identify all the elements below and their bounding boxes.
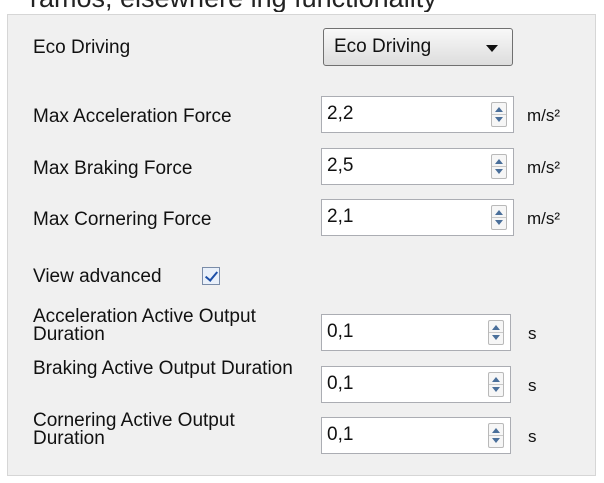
spin-buttons[interactable] xyxy=(488,423,504,448)
spin-up-icon[interactable] xyxy=(492,377,500,382)
spin-down-icon[interactable] xyxy=(495,169,503,174)
cropped-header-text: ramos, elsewhere ing functionality xyxy=(0,0,604,12)
max-cornering-force-value[interactable]: 2,1 xyxy=(327,200,353,234)
acceleration-duration-label: Acceleration Active Output Duration xyxy=(33,306,256,345)
cornering-duration-label: Cornering Active Output Duration xyxy=(33,410,235,449)
max-cornering-force-stepper[interactable]: 2,1 xyxy=(321,199,514,236)
spin-down-icon[interactable] xyxy=(495,117,503,122)
braking-duration-label: Braking Active Output Duration xyxy=(33,358,293,379)
max-braking-force-value[interactable]: 2,5 xyxy=(327,149,353,183)
acceleration-duration-unit: s xyxy=(528,324,537,343)
eco-driving-select-value: Eco Driving xyxy=(334,36,432,57)
acceleration-duration-stepper[interactable]: 0,1 xyxy=(321,314,511,351)
spin-up-icon[interactable] xyxy=(495,210,503,215)
acceleration-duration-value[interactable]: 0,1 xyxy=(327,315,353,349)
spin-down-icon[interactable] xyxy=(492,438,500,443)
spin-buttons[interactable] xyxy=(491,205,507,230)
spin-up-icon[interactable] xyxy=(492,428,500,433)
spin-divider xyxy=(489,435,503,436)
spin-up-icon[interactable] xyxy=(495,107,503,112)
eco-driving-label: Eco Driving xyxy=(33,37,131,58)
eco-driving-select[interactable]: Eco Driving xyxy=(323,28,513,66)
spin-buttons[interactable] xyxy=(491,154,507,179)
spin-buttons[interactable] xyxy=(488,372,504,397)
spin-divider xyxy=(492,166,506,167)
chevron-down-icon[interactable] xyxy=(486,45,498,52)
spin-divider xyxy=(492,114,506,115)
spin-buttons[interactable] xyxy=(488,320,504,345)
max-acceleration-force-stepper[interactable]: 2,2 xyxy=(321,96,514,133)
spin-divider xyxy=(489,384,503,385)
spin-up-icon[interactable] xyxy=(495,159,503,164)
cornering-duration-value[interactable]: 0,1 xyxy=(327,418,353,452)
braking-duration-stepper[interactable]: 0,1 xyxy=(321,366,511,403)
spin-up-icon[interactable] xyxy=(492,325,500,330)
max-cornering-force-label: Max Cornering Force xyxy=(33,209,212,230)
spin-divider xyxy=(489,332,503,333)
view-advanced-checkbox[interactable] xyxy=(202,267,220,285)
spin-down-icon[interactable] xyxy=(492,335,500,340)
max-braking-force-label: Max Braking Force xyxy=(33,158,193,179)
spin-down-icon[interactable] xyxy=(495,220,503,225)
view-advanced-label: View advanced xyxy=(33,266,162,287)
max-braking-force-unit: m/s² xyxy=(527,158,561,177)
braking-duration-value[interactable]: 0,1 xyxy=(327,367,353,401)
braking-duration-unit: s xyxy=(528,376,537,395)
checkmark-icon xyxy=(204,268,219,282)
cornering-duration-unit: s xyxy=(528,427,537,446)
max-braking-force-stepper[interactable]: 2,5 xyxy=(321,148,514,185)
spin-divider xyxy=(492,217,506,218)
max-acceleration-force-value[interactable]: 2,2 xyxy=(327,97,353,131)
max-cornering-force-unit: m/s² xyxy=(527,209,561,228)
eco-driving-settings-panel xyxy=(7,14,596,476)
cornering-duration-stepper[interactable]: 0,1 xyxy=(321,417,511,454)
spin-down-icon[interactable] xyxy=(492,387,500,392)
max-acceleration-force-label: Max Acceleration Force xyxy=(33,106,232,127)
spin-buttons[interactable] xyxy=(491,102,507,127)
max-acceleration-force-unit: m/s² xyxy=(527,106,561,125)
